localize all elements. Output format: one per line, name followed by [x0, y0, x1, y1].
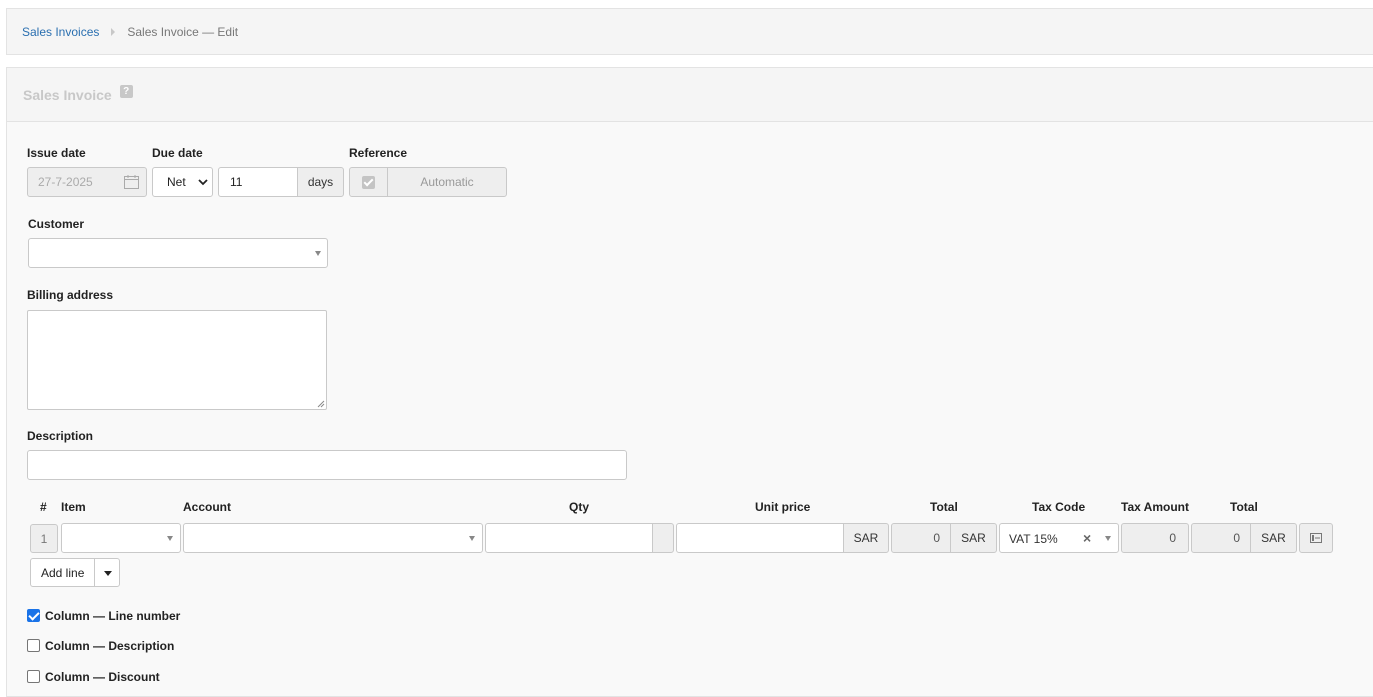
breadcrumb-current: Sales Invoice — Edit: [127, 24, 239, 39]
reference-label: Reference: [349, 146, 408, 160]
line-total-2-value: 0: [1233, 531, 1240, 545]
line-unit-price-currency: SAR: [843, 523, 889, 553]
column-description-label: Column — Description: [45, 639, 175, 653]
add-line-divider: [94, 559, 95, 586]
col-header-account: Account: [183, 500, 231, 514]
description-label: Description: [27, 429, 94, 443]
col-header-item: Item: [61, 500, 86, 514]
line-total-field: 0: [891, 523, 951, 553]
dropdown-caret-icon: [1105, 536, 1111, 541]
column-discount-checkbox[interactable]: [27, 670, 40, 683]
reference-input[interactable]: Automatic: [387, 167, 507, 197]
line-options-button[interactable]: [1299, 523, 1333, 553]
line-total-2-currency: SAR: [1250, 523, 1297, 553]
help-icon[interactable]: ?: [119, 85, 133, 98]
line-number: 1: [30, 524, 58, 553]
panel-header: Sales Invoice ?: [7, 68, 1373, 122]
due-days-value: 11: [230, 175, 243, 189]
description-input[interactable]: [27, 450, 627, 480]
line-total-2-field: 0: [1191, 523, 1251, 553]
calendar-icon[interactable]: [124, 175, 139, 189]
clear-icon[interactable]: ×: [1083, 530, 1091, 546]
col-header-tax-amount: Tax Amount: [1121, 500, 1189, 514]
chevron-down-icon: [198, 179, 208, 186]
add-line-button[interactable]: Add line: [41, 566, 84, 580]
column-line-number-checkbox[interactable]: [27, 609, 40, 622]
line-item-select[interactable]: [61, 523, 181, 553]
due-date-mode-value: Net: [167, 175, 186, 189]
line-total-value: 0: [933, 531, 940, 545]
issue-date-input[interactable]: 27-7-2025: [27, 167, 147, 197]
issue-date-label: Issue date: [27, 146, 86, 160]
checkbox-icon: [362, 175, 375, 189]
line-qty-unit: [652, 523, 674, 553]
line-tax-code-value: VAT 15%: [1009, 532, 1058, 546]
due-days-input[interactable]: 11: [218, 167, 298, 197]
col-header-qty: Qty: [569, 500, 590, 514]
line-tax-amount-field: 0: [1121, 523, 1189, 553]
line-unit-price-input[interactable]: [676, 523, 844, 553]
line-account-select[interactable]: [183, 523, 483, 553]
resize-handle-icon[interactable]: [317, 400, 325, 408]
add-line-group: Add line: [30, 558, 120, 587]
line-tax-code-select[interactable]: VAT 15% ×: [999, 523, 1119, 553]
due-days-unit: days: [297, 167, 344, 197]
col-header-total-2: Total: [1230, 500, 1258, 514]
due-date-mode-select[interactable]: Net: [152, 167, 213, 197]
line-total-currency: SAR: [950, 523, 997, 553]
customer-label: Customer: [28, 217, 85, 231]
col-header-tax-code: Tax Code: [1032, 500, 1086, 514]
col-header-number: #: [40, 500, 47, 514]
breadcrumb-sales-invoices-link[interactable]: Sales Invoices: [22, 25, 99, 39]
customer-select[interactable]: [28, 238, 328, 268]
billing-address-textarea[interactable]: [27, 310, 327, 410]
breadcrumb: Sales Invoices Sales Invoice — Edit: [6, 8, 1373, 55]
reference-auto-toggle[interactable]: [349, 167, 388, 197]
col-header-total: Total: [930, 500, 958, 514]
billing-address-label: Billing address: [27, 288, 114, 302]
line-tax-amount-value: 0: [1169, 531, 1176, 545]
dropdown-caret-icon: [469, 536, 475, 541]
due-date-label: Due date: [152, 146, 203, 160]
dropdown-caret-icon: [315, 251, 321, 256]
page-title: Sales Invoice: [23, 86, 112, 103]
list-icon: [1310, 533, 1322, 543]
col-header-unit-price: Unit price: [755, 500, 811, 514]
column-discount-label: Column — Discount: [45, 670, 160, 684]
issue-date-value: 27-7-2025: [38, 175, 93, 189]
dropdown-caret-icon: [167, 536, 173, 541]
column-description-checkbox[interactable]: [27, 639, 40, 652]
add-line-dropdown-icon[interactable]: [104, 571, 112, 576]
line-qty-input[interactable]: [485, 523, 653, 553]
column-line-number-label: Column — Line number: [45, 609, 181, 623]
breadcrumb-separator-icon: [111, 27, 116, 36]
